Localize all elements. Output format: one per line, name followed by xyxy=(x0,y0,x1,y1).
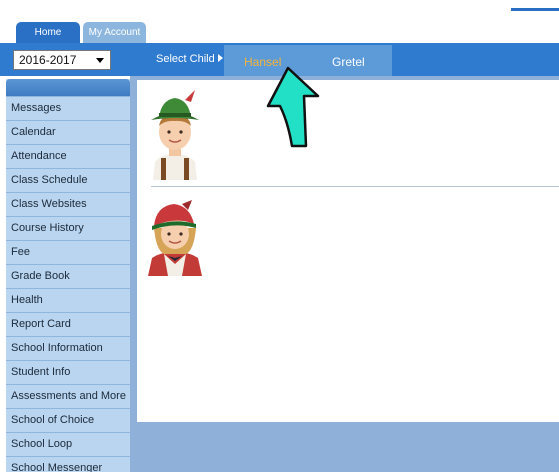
tab-strip: Home My Account xyxy=(0,0,559,43)
sidebar-item-school-of-choice[interactable]: School of Choice xyxy=(6,408,130,432)
tab-my-account[interactable]: My Account xyxy=(83,22,146,43)
chevron-down-icon[interactable] xyxy=(96,58,104,63)
sidebar-nav: Messages Calendar Attendance Class Sched… xyxy=(6,79,130,472)
sidebar-item-student-info[interactable]: Student Info xyxy=(6,360,130,384)
sidebar-item-school-information[interactable]: School Information xyxy=(6,336,130,360)
sidebar-item-attendance[interactable]: Attendance xyxy=(6,144,130,168)
header-accent-line xyxy=(511,8,559,11)
school-year-value: 2016-2017 xyxy=(19,53,77,67)
student-photo-gretel[interactable] xyxy=(142,198,208,276)
sidebar-header xyxy=(6,79,130,96)
select-child-label[interactable]: Select Child xyxy=(156,53,223,65)
sidebar-item-class-websites[interactable]: Class Websites xyxy=(6,192,130,216)
sidebar-item-course-history[interactable]: Course History xyxy=(6,216,130,240)
up-arrow-icon xyxy=(266,66,320,148)
school-year-select[interactable]: 2016-2017 xyxy=(13,50,111,70)
student-divider xyxy=(151,186,559,187)
sidebar-item-fee[interactable]: Fee xyxy=(6,240,130,264)
sidebar-item-grade-book[interactable]: Grade Book xyxy=(6,264,130,288)
sidebar-item-health[interactable]: Health xyxy=(6,288,130,312)
sidebar-item-report-card[interactable]: Report Card xyxy=(6,312,130,336)
sidebar-item-calendar[interactable]: Calendar xyxy=(6,120,130,144)
student-photo-hansel[interactable] xyxy=(147,88,203,180)
sidebar-item-school-loop[interactable]: School Loop xyxy=(6,432,130,456)
caret-right-icon xyxy=(217,54,223,62)
sidebar-item-messages[interactable]: Messages xyxy=(6,96,130,120)
sidebar-item-school-messenger[interactable]: School Messenger xyxy=(6,456,130,472)
child-option-gretel[interactable]: Gretel xyxy=(332,55,365,69)
tab-home[interactable]: Home xyxy=(16,22,80,43)
select-child-text: Select Child xyxy=(156,53,215,65)
sidebar-item-assessments[interactable]: Assessments and More xyxy=(6,384,130,408)
sidebar-item-class-schedule[interactable]: Class Schedule xyxy=(6,168,130,192)
